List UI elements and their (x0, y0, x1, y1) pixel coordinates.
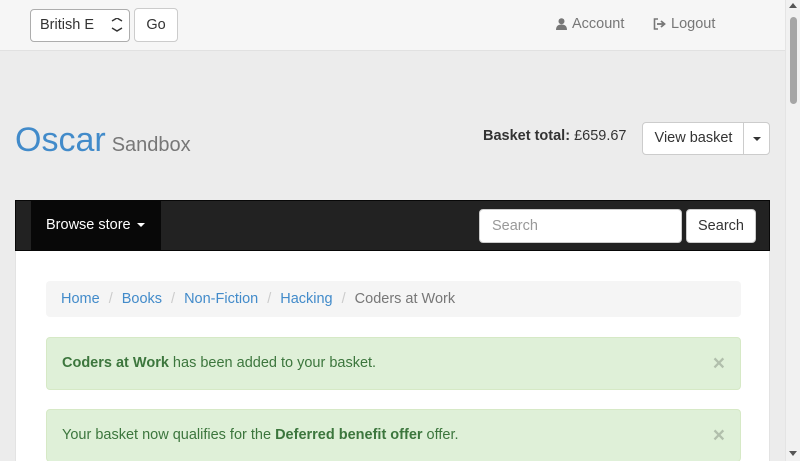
brand-subtitle: Sandbox (111, 134, 191, 156)
basket-dropdown-toggle[interactable] (743, 122, 770, 155)
breadcrumb-home[interactable]: Home (61, 291, 100, 307)
browse-store-dropdown[interactable]: Browse store (31, 201, 161, 250)
main-content: Home / Books / Non-Fiction / Hacking / C… (15, 251, 770, 461)
brand-name: Oscar (15, 121, 106, 159)
user-icon (556, 18, 567, 30)
go-button[interactable]: Go (134, 8, 178, 42)
top-bar: British E Go Account Logout (0, 0, 785, 51)
scroll-down-icon[interactable] (789, 451, 797, 456)
alert-product-name: Coders at Work (62, 355, 169, 371)
basket-total-label: Basket total: (483, 128, 571, 144)
chevron-down-icon (111, 18, 123, 32)
logout-link[interactable]: Logout (653, 16, 715, 32)
alert-message-suffix: offer. (422, 427, 459, 443)
language-select-value: British E (40, 17, 94, 33)
alert-added-to-basket: Coders at Work has been added to your ba… (46, 337, 741, 390)
breadcrumb-current: Coders at Work (354, 291, 456, 307)
close-icon[interactable]: × (713, 338, 725, 389)
main-navbar: Browse store Search (15, 200, 770, 251)
caret-down-icon (753, 137, 761, 141)
view-basket-button[interactable]: View basket (642, 122, 745, 155)
browse-store-label: Browse store (46, 217, 131, 233)
alert-message: has been added to your basket. (168, 355, 377, 371)
breadcrumb-separator: / (341, 291, 346, 307)
sign-out-icon (653, 18, 666, 30)
breadcrumb-separator: / (267, 291, 272, 307)
search-button[interactable]: Search (686, 209, 756, 243)
breadcrumb-books[interactable]: Books (122, 291, 162, 307)
basket-total-value: £659.67 (574, 128, 627, 144)
breadcrumb-separator: / (171, 291, 176, 307)
search-input[interactable] (479, 209, 682, 243)
scroll-up-icon[interactable] (789, 3, 797, 8)
breadcrumb: Home / Books / Non-Fiction / Hacking / C… (46, 281, 741, 317)
basket-total: Basket total: £659.67 (483, 128, 626, 144)
close-icon[interactable]: × (713, 410, 725, 461)
scrollbar-thumb[interactable] (790, 17, 797, 104)
account-link[interactable]: Account (556, 16, 624, 32)
scrollbar[interactable] (785, 0, 800, 461)
alert-offer-name: Deferred benefit offer (275, 427, 423, 443)
language-select[interactable]: British E (30, 9, 130, 42)
logout-label: Logout (671, 16, 716, 32)
caret-down-icon (136, 223, 145, 228)
brand-logo[interactable]: Oscar Sandbox (15, 121, 191, 160)
alert-message-prefix: Your basket now qualifies for the (62, 427, 276, 443)
breadcrumb-separator: / (108, 291, 113, 307)
breadcrumb-hacking[interactable]: Hacking (280, 291, 332, 307)
alert-offer-qualified: Your basket now qualifies for the Deferr… (46, 409, 741, 461)
breadcrumb-non-fiction[interactable]: Non-Fiction (184, 291, 258, 307)
account-label: Account (572, 16, 625, 32)
